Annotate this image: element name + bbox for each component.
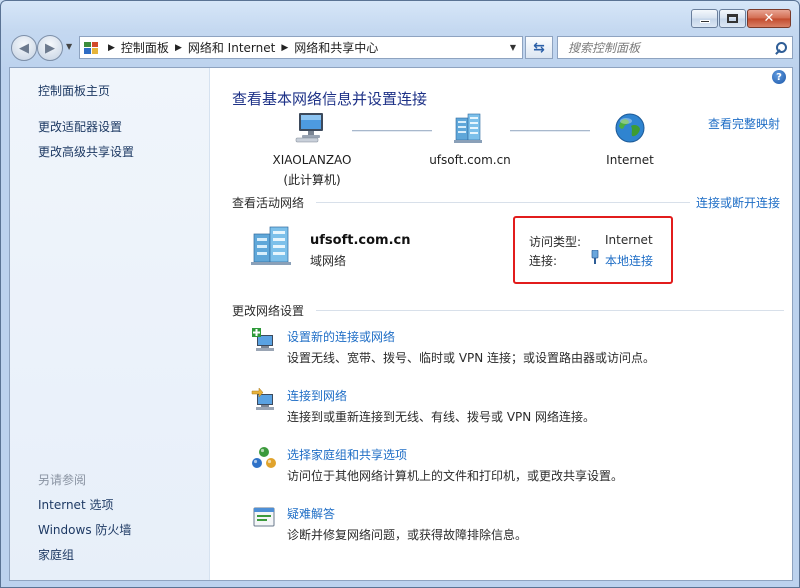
connect-disconnect-link[interactable]: 连接或断开连接	[696, 194, 780, 211]
close-button[interactable]: ✕	[747, 9, 791, 28]
main-panel: ? 查看基本网络信息并设置连接 查看完整映射 XIAOLANZAO (此计算机)…	[210, 68, 792, 580]
chevron-right-icon: ▶	[108, 42, 115, 53]
change-settings-heading: 更改网络设置	[232, 304, 305, 318]
access-type-label: 访问类型:	[529, 235, 582, 249]
caption-buttons: ✕	[690, 9, 791, 28]
computer-icon	[295, 113, 323, 143]
domain-network-icon	[454, 113, 482, 143]
domain-network-icon	[251, 226, 291, 265]
view-full-map-link[interactable]: 查看完整映射	[708, 115, 780, 132]
troubleshoot-icon	[253, 507, 275, 527]
window: ✕ ◀ ▶ ▼ ▶ 控制面板 ▶ 网络和 Internet ▶ 网络和共享中心 …	[0, 0, 800, 588]
recent-pages-dropdown[interactable]: ▼	[66, 42, 72, 51]
access-type-value: Internet	[605, 233, 653, 247]
connect-network-icon	[251, 387, 274, 410]
address-bar[interactable]: ▶ 控制面板 ▶ 网络和 Internet ▶ 网络和共享中心 ▼	[79, 36, 523, 59]
sidebar-item-change-adapter-settings[interactable]: 更改适配器设置	[38, 118, 122, 135]
homegroup-icon	[252, 447, 276, 468]
internet-node-label: Internet	[606, 153, 654, 167]
search-box[interactable]: 搜索控制面板	[557, 36, 793, 59]
task-homegroup-link[interactable]: 选择家庭组和共享选项	[287, 446, 407, 463]
maximize-icon	[727, 14, 738, 23]
new-connection-icon	[252, 328, 274, 351]
domain-node-label: ufsoft.com.cn	[429, 153, 511, 167]
breadcrumb-control-panel[interactable]: 控制面板	[121, 39, 169, 56]
globe-icon	[615, 113, 645, 143]
minimize-button[interactable]	[691, 9, 718, 28]
sidebar-item-change-advanced-sharing[interactable]: 更改高级共享设置	[38, 143, 134, 160]
sidebar-item-control-panel-home[interactable]: 控制面板主页	[38, 82, 110, 99]
back-button[interactable]: ◀	[11, 35, 37, 61]
search-input[interactable]: 搜索控制面板	[558, 39, 770, 56]
content-area: 控制面板主页 更改适配器设置 更改高级共享设置 另请参阅 Internet 选项…	[9, 67, 793, 581]
control-panel-icon	[80, 37, 102, 58]
task-setup-connection-desc: 设置无线、宽带、拨号、临时或 VPN 连接；或设置路由器或访问点。	[287, 351, 656, 365]
search-icon[interactable]	[770, 37, 792, 58]
task-homegroup-desc: 访问位于其他网络计算机上的文件和打印机，或更改共享设置。	[287, 469, 624, 483]
local-connection-link[interactable]: 本地连接	[605, 252, 653, 269]
task-setup-connection-link[interactable]: 设置新的连接或网络	[287, 328, 395, 345]
see-also-windows-firewall[interactable]: Windows 防火墙	[38, 521, 131, 538]
computer-sub-label: (此计算机)	[283, 173, 341, 187]
chevron-right-icon: ▶	[281, 42, 289, 53]
network-name: ufsoft.com.cn	[310, 233, 411, 248]
page-title: 查看基本网络信息并设置连接	[232, 90, 428, 108]
connection-label: 连接:	[529, 254, 558, 268]
address-dropdown-button[interactable]: ▼	[504, 37, 522, 58]
arrow-right-icon: ▶	[45, 40, 55, 56]
refresh-button[interactable]: ⇆	[525, 36, 553, 59]
close-icon: ✕	[763, 11, 775, 26]
task-connect-network-link[interactable]: 连接到网络	[287, 387, 347, 404]
task-troubleshoot-desc: 诊断并修复网络问题，或获得故障排除信息。	[287, 528, 528, 542]
network-link-line	[352, 130, 432, 132]
chevron-right-icon: ▶	[174, 42, 182, 53]
ethernet-plug-icon	[591, 250, 599, 264]
breadcrumb-network-internet[interactable]: 网络和 Internet	[188, 39, 275, 56]
forward-button[interactable]: ▶	[37, 35, 63, 61]
section-divider	[316, 202, 690, 203]
see-also-heading: 另请参阅	[38, 473, 87, 487]
help-icon[interactable]: ?	[772, 70, 786, 84]
computer-name-label: XIAOLANZAO	[272, 153, 352, 167]
maximize-button[interactable]	[719, 9, 746, 28]
active-networks-heading: 查看活动网络	[232, 196, 305, 210]
navigation-bar: ◀ ▶ ▼ ▶ 控制面板 ▶ 网络和 Internet ▶ 网络和共享中心 ▼ …	[9, 33, 793, 61]
see-also-internet-options[interactable]: Internet 选项	[38, 496, 113, 513]
breadcrumb-network-sharing-center[interactable]: 网络和共享中心	[294, 39, 378, 56]
arrow-left-icon: ◀	[19, 40, 29, 56]
network-type: 域网络	[310, 254, 347, 268]
see-also-homegroup[interactable]: 家庭组	[38, 546, 74, 563]
task-troubleshoot-link[interactable]: 疑难解答	[287, 505, 335, 522]
task-connect-network-desc: 连接到或重新连接到无线、有线、拨号或 VPN 网络连接。	[287, 410, 596, 424]
refresh-icon: ⇆	[533, 39, 545, 56]
minimize-icon	[699, 20, 710, 23]
network-link-line	[510, 130, 590, 132]
sidebar: 控制面板主页 更改适配器设置 更改高级共享设置 另请参阅 Internet 选项…	[10, 68, 210, 580]
section-divider	[316, 310, 784, 311]
